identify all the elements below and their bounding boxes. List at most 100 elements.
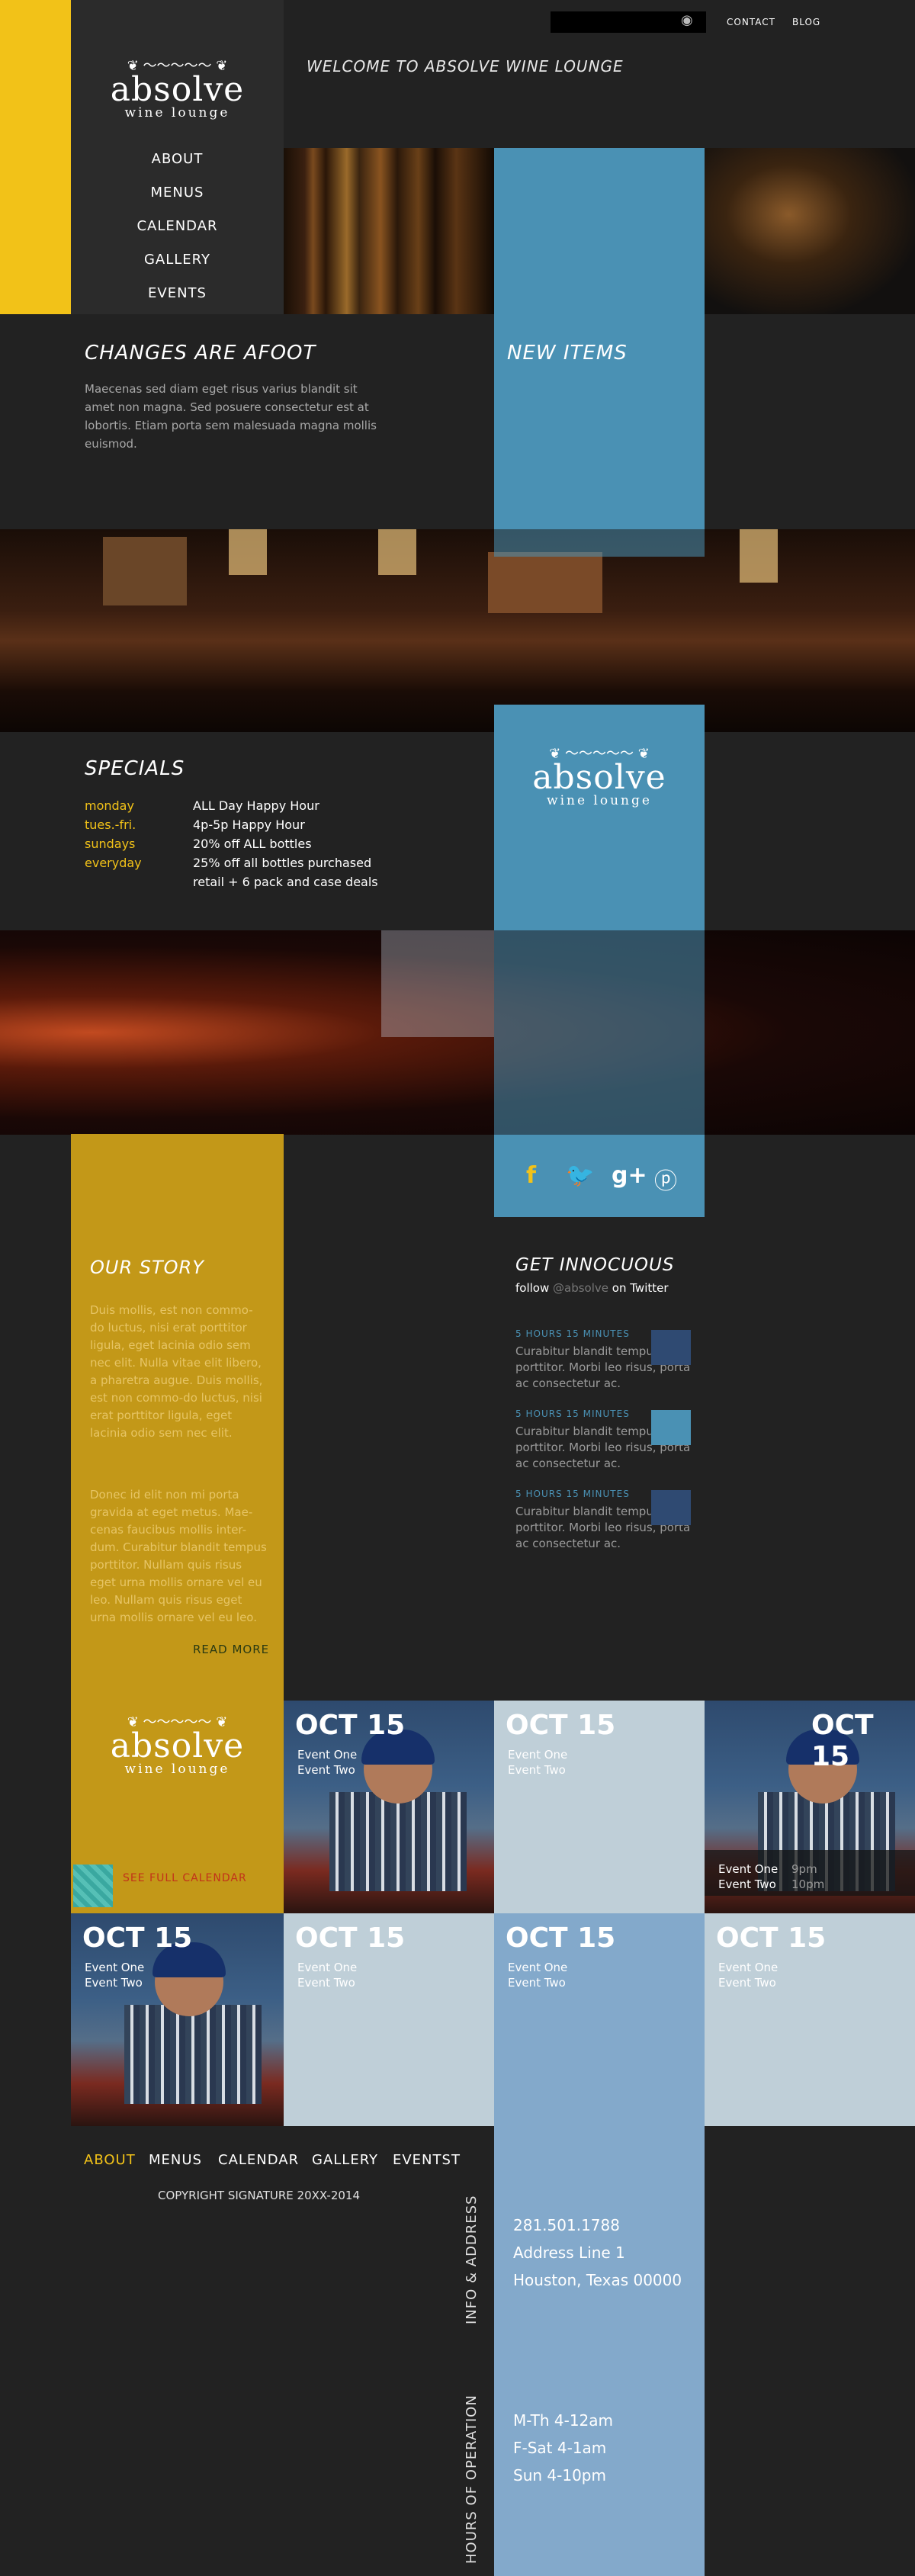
read-more-link[interactable]: READ MORE xyxy=(193,1643,269,1656)
nav-item-gallery[interactable]: GALLERY xyxy=(71,252,284,268)
tweet-hours-count: 5 xyxy=(515,1489,522,1499)
logo[interactable]: ❦ ～～～～～ ❦ absolve wine lounge xyxy=(71,59,284,121)
footer-nav-gallery[interactable]: GALLERY xyxy=(312,2152,378,2168)
twitter-handle-link[interactable]: @absolve xyxy=(553,1281,608,1295)
tweet-minutes-unit: MINUTES xyxy=(583,1408,630,1419)
story-paragraph-2: Donec id elit non mi porta gravida at eg… xyxy=(90,1488,267,1624)
wine-bottles-photo xyxy=(284,148,494,314)
logo-word: absolve xyxy=(110,70,245,109)
story-title: OUR STORY xyxy=(90,1257,204,1278)
facebook-icon[interactable]: f xyxy=(526,1162,536,1189)
twitter-title: GET INNOCUOUS xyxy=(515,1255,675,1275)
calendar-cell[interactable]: OCT 15 Event One Event Two xyxy=(284,1701,496,1913)
welcome-heading: WELCOME TO ABSOLVE WINE LOUNGE xyxy=(307,57,624,75)
dj-figure xyxy=(124,2005,262,2104)
calendar-icon[interactable] xyxy=(73,1865,113,1907)
logo-panel xyxy=(494,705,705,930)
dj-figure xyxy=(329,1792,467,1891)
hours-block: M-Th 4-12am F-Sat 4-1am Sun 4-10pm xyxy=(513,2407,613,2489)
story-paragraph-1: Duis mollis, est non commo-do luctus, ni… xyxy=(90,1303,263,1440)
logo-subtitle: wine lounge xyxy=(547,793,652,808)
event-name: Event One xyxy=(508,1748,568,1762)
logo-calendar: ❦ ～～～～～ ❦ absolve wine lounge xyxy=(71,1716,284,1778)
special-day: tues.-fri. xyxy=(85,817,136,832)
tweet-hours-count: 5 xyxy=(515,1328,522,1339)
calendar-cell[interactable]: OCT 15 Event One Event Two xyxy=(494,1701,707,1913)
tweet-bubble-icon xyxy=(651,1490,691,1525)
changes-body: Maecenas sed diam eget risus varius blan… xyxy=(85,382,377,451)
event-time: 10pm xyxy=(791,1877,825,1891)
event-date: OCT 15 xyxy=(295,1710,406,1741)
see-full-calendar-link[interactable]: SEE FULL CALENDAR xyxy=(123,1872,247,1884)
special-deal: 4p-5p Happy Hour xyxy=(193,817,305,832)
hours-label: HOURS OF OPERATION xyxy=(464,2395,480,2564)
twitter-icon[interactable]: 🐦 xyxy=(566,1162,594,1189)
footer-nav-events[interactable]: EVENTST xyxy=(393,2152,461,2168)
logo-word: absolve xyxy=(110,1726,245,1765)
logo-subtitle: wine lounge xyxy=(124,1762,230,1777)
special-deal: ALL Day Happy Hour xyxy=(193,798,319,813)
event-date: OCT 15 xyxy=(506,1922,616,1954)
copyright: COPYRIGHT SIGNATURE 20XX-2014 xyxy=(158,2189,361,2202)
calendar-cell[interactable]: OCT 15 Event One Event Two xyxy=(494,1913,707,2126)
event-name: Event Two xyxy=(297,1763,355,1777)
event-name: Event One xyxy=(508,1961,568,1974)
lounge-photo xyxy=(705,148,915,314)
event-name: Event One xyxy=(297,1748,358,1762)
nav-item-events[interactable]: EVENTS xyxy=(71,285,284,301)
google-plus-icon[interactable]: g+ xyxy=(612,1162,647,1189)
event-name: Event One xyxy=(718,1961,779,1974)
info-block: 281.501.1788 Address Line 1 Houston, Tex… xyxy=(513,2211,682,2294)
tweet-minutes-unit: MINUTES xyxy=(583,1328,630,1339)
tweet-hours-count: 5 xyxy=(515,1408,522,1419)
calendar-cell[interactable]: OCT 15 Event One Event Two 9pm 10pm xyxy=(705,1701,915,1913)
event-name: Event Two xyxy=(85,1976,143,1990)
phone-number: 281.501.1788 xyxy=(513,2216,620,2234)
nav-item-menus[interactable]: MENUS xyxy=(71,185,284,201)
logo-word: absolve xyxy=(532,758,666,797)
event-name: Event Two xyxy=(718,1976,776,1990)
tweet-bubble-icon xyxy=(651,1410,691,1445)
nav-item-about[interactable]: ABOUT xyxy=(71,151,284,167)
event-date: OCT 15 xyxy=(506,1710,616,1741)
blue-overlay-top xyxy=(494,529,705,557)
yellow-accent-strip xyxy=(0,0,71,314)
pinterest-icon[interactable]: ⓟ xyxy=(654,1162,677,1196)
lamps-overlay xyxy=(0,529,915,732)
event-date: OCT 15 xyxy=(811,1710,874,1772)
address-city: Houston, Texas 00000 xyxy=(513,2271,682,2289)
follow-text: follow xyxy=(515,1281,550,1295)
follow-text: on Twitter xyxy=(612,1281,669,1295)
logo-secondary: ❦ ～～～～～ ❦ absolve wine lounge xyxy=(494,747,705,809)
event-date: OCT 15 xyxy=(82,1922,193,1954)
nav-item-calendar[interactable]: CALENDAR xyxy=(71,218,284,234)
address-line: Address Line 1 xyxy=(513,2244,625,2262)
hours-line: M-Th 4-12am xyxy=(513,2411,614,2430)
event-name: Event Two xyxy=(297,1976,355,1990)
tweet-minutes-unit: MINUTES xyxy=(583,1489,630,1499)
special-day: everyday xyxy=(85,856,142,870)
event-date: OCT 15 xyxy=(716,1922,827,1954)
event-name: Event Two xyxy=(718,1877,776,1891)
tweet-minutes-count: 15 xyxy=(566,1408,580,1419)
contact-link[interactable]: CONTACT xyxy=(727,17,775,27)
event-time: 9pm xyxy=(791,1862,817,1876)
eye-icon[interactable]: ◉ xyxy=(681,12,693,28)
event-name: Event Two xyxy=(508,1763,566,1777)
changes-title: CHANGES ARE AFOOT xyxy=(85,342,316,365)
blue-overlay-photo xyxy=(494,930,705,1135)
calendar-cell[interactable]: OCT 15 Event One Event Two xyxy=(705,1913,915,2126)
window-highlight xyxy=(381,930,494,1037)
blog-link[interactable]: BLOG xyxy=(792,17,820,27)
event-date: OCT 15 xyxy=(295,1922,406,1954)
footer-nav-menus[interactable]: MENUS xyxy=(149,2152,202,2168)
calendar-cell[interactable]: OCT 15 Event One Event Two xyxy=(71,1913,284,2126)
event-name: Event One xyxy=(297,1961,358,1974)
footer-nav-about[interactable]: ABOUT xyxy=(84,2152,136,2168)
info-address-label: INFO & ADDRESS xyxy=(464,2195,480,2324)
calendar-cell[interactable]: OCT 15 Event One Event Two xyxy=(284,1913,496,2126)
specials-title: SPECIALS xyxy=(85,757,185,780)
event-name: Event Two xyxy=(508,1976,566,1990)
hours-line: F-Sat 4-1am xyxy=(513,2439,607,2457)
footer-nav-calendar[interactable]: CALENDAR xyxy=(218,2152,299,2168)
